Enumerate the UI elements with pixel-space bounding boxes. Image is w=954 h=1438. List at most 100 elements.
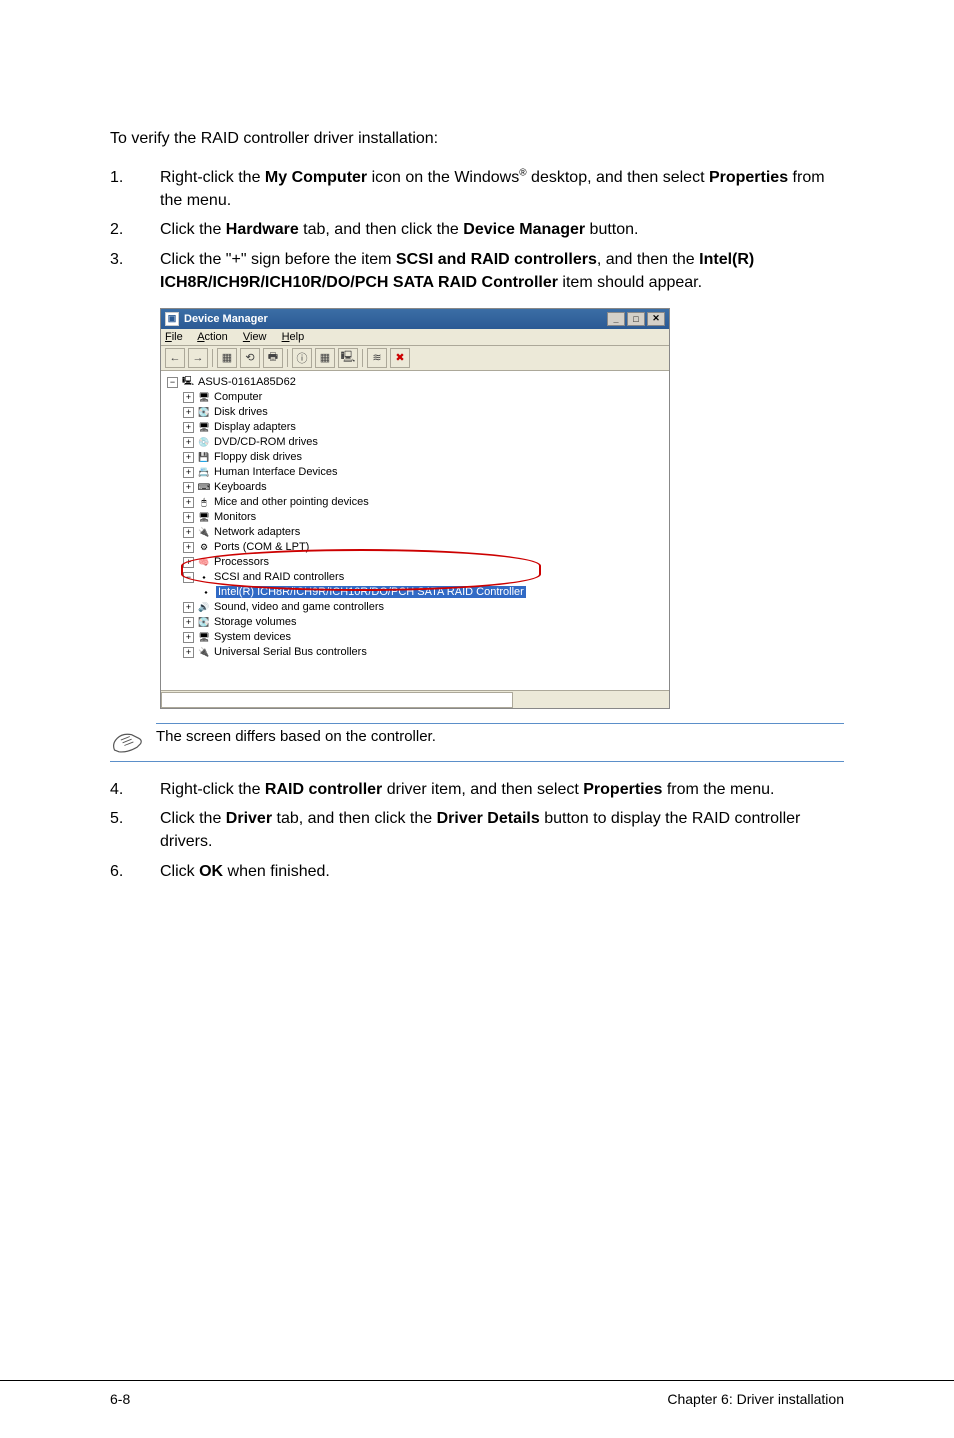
tree-root[interactable]: − 🖳 ASUS-0161A85D62 xyxy=(167,375,663,390)
scsi-icon: ⬩ xyxy=(199,586,213,598)
device-icon: 🖥 xyxy=(197,421,211,433)
expand-icon[interactable]: + xyxy=(183,422,194,433)
step-body: Click the "+" sign before the item SCSI … xyxy=(160,248,844,294)
expand-icon[interactable]: + xyxy=(183,437,194,448)
tb-button[interactable]: ⟲ xyxy=(240,348,260,368)
tb-button[interactable]: ⓘ xyxy=(292,348,312,368)
intro-text: To verify the RAID controller driver ins… xyxy=(110,130,844,148)
tree-raid-controller[interactable]: ⬩ Intel(R) ICH8R/ICH9R/ICH10R/DO/PCH SAT… xyxy=(167,585,663,600)
tree-item[interactable]: +🖥System devices xyxy=(167,630,663,645)
maximize-button[interactable]: □ xyxy=(627,312,645,326)
device-icon: 🔌 xyxy=(197,526,211,538)
toolbar: ← → ▦ ⟲ 🖶 ⓘ ▦ 🖳 ≋ ✖ xyxy=(161,346,669,371)
expand-icon[interactable]: + xyxy=(183,527,194,538)
device-icon: 🖱 xyxy=(197,496,211,508)
tb-button[interactable]: 🖳 xyxy=(338,348,358,368)
device-icon: 📇 xyxy=(197,466,211,478)
expand-icon[interactable]: + xyxy=(183,452,194,463)
tree-scsi[interactable]: − ⬩ SCSI and RAID controllers xyxy=(167,570,663,585)
expand-icon[interactable]: + xyxy=(183,602,194,613)
expand-icon[interactable]: + xyxy=(183,497,194,508)
tb-button[interactable]: ≋ xyxy=(367,348,387,368)
tree-item[interactable]: +🖱Mice and other pointing devices xyxy=(167,495,663,510)
note-text: The screen differs based on the controll… xyxy=(156,723,844,745)
device-manager-window: ▣ Device Manager _ □ ✕ File Action View … xyxy=(160,308,670,709)
tb-button[interactable]: ▦ xyxy=(217,348,237,368)
tb-button[interactable]: ▦ xyxy=(315,348,335,368)
device-icon: ⚙ xyxy=(197,541,211,553)
note-box: The screen differs based on the controll… xyxy=(110,723,844,762)
device-icon: 🖥 xyxy=(197,391,211,403)
forward-button[interactable]: → xyxy=(188,348,208,368)
step-body: Right-click the RAID controller driver i… xyxy=(160,778,844,801)
step-num: 6. xyxy=(110,860,160,883)
tree-item[interactable]: +🧠Processors xyxy=(167,555,663,570)
tree-item[interactable]: +🖥Computer xyxy=(167,390,663,405)
tree-item[interactable]: +💽Disk drives xyxy=(167,405,663,420)
note-hand-icon xyxy=(110,727,146,755)
tb-button[interactable]: ✖ xyxy=(390,348,410,368)
device-icon: 🔊 xyxy=(197,601,211,613)
device-icon: 💿 xyxy=(197,436,211,448)
menu-view[interactable]: View xyxy=(243,331,267,343)
step-body: Click OK when finished. xyxy=(160,860,844,883)
tree-item[interactable]: +🔌Universal Serial Bus controllers xyxy=(167,645,663,660)
selected-item: Intel(R) ICH8R/ICH9R/ICH10R/DO/PCH SATA … xyxy=(216,586,526,598)
chapter-label: Chapter 6: Driver installation xyxy=(667,1391,844,1407)
tree-item[interactable]: +📇Human Interface Devices xyxy=(167,465,663,480)
tree-item[interactable]: +⚙Ports (COM & LPT) xyxy=(167,540,663,555)
window-titlebar[interactable]: ▣ Device Manager _ □ ✕ xyxy=(161,309,669,329)
tree-item[interactable]: +🔊Sound, video and game controllers xyxy=(167,600,663,615)
steps-bottom: 4. Right-click the RAID controller drive… xyxy=(110,778,844,883)
step-num: 2. xyxy=(110,218,160,241)
tree-item[interactable]: +🔌Network adapters xyxy=(167,525,663,540)
expand-icon[interactable]: + xyxy=(183,632,194,643)
device-icon: 💽 xyxy=(197,406,211,418)
menu-help[interactable]: Help xyxy=(282,331,305,343)
window-title: Device Manager xyxy=(184,313,268,325)
collapse-icon[interactable]: − xyxy=(167,377,178,388)
device-icon: 🧠 xyxy=(197,556,211,568)
device-icon: ⌨ xyxy=(197,481,211,493)
device-icon: 💾 xyxy=(197,451,211,463)
computer-icon: 🖳 xyxy=(181,376,195,388)
device-icon: 🖥 xyxy=(197,511,211,523)
step-body: Right-click the My Computer icon on the … xyxy=(160,166,844,212)
menu-bar: File Action View Help xyxy=(161,329,669,346)
device-tree[interactable]: − 🖳 ASUS-0161A85D62 +🖥Computer+💽Disk dri… xyxy=(161,371,669,690)
menu-action[interactable]: Action xyxy=(197,331,228,343)
expand-icon[interactable]: + xyxy=(183,407,194,418)
tree-item[interactable]: +💿DVD/CD-ROM drives xyxy=(167,435,663,450)
device-icon: 🔌 xyxy=(197,646,211,658)
step-num: 1. xyxy=(110,166,160,212)
step-body: Click the Hardware tab, and then click t… xyxy=(160,218,844,241)
device-icon: 💽 xyxy=(197,616,211,628)
tree-item[interactable]: +💾Floppy disk drives xyxy=(167,450,663,465)
expand-icon[interactable]: + xyxy=(183,482,194,493)
status-bar xyxy=(161,690,669,708)
minimize-button[interactable]: _ xyxy=(607,312,625,326)
close-button[interactable]: ✕ xyxy=(647,312,665,326)
expand-icon[interactable]: + xyxy=(183,557,194,568)
tb-button[interactable]: 🖶 xyxy=(263,348,283,368)
expand-icon[interactable]: + xyxy=(183,542,194,553)
tree-item[interactable]: +💽Storage volumes xyxy=(167,615,663,630)
expand-icon[interactable]: + xyxy=(183,467,194,478)
tree-item[interactable]: +⌨Keyboards xyxy=(167,480,663,495)
step-num: 3. xyxy=(110,248,160,294)
device-icon: 🖥 xyxy=(197,631,211,643)
expand-icon[interactable]: + xyxy=(183,647,194,658)
expand-icon[interactable]: + xyxy=(183,392,194,403)
tree-item[interactable]: +🖥Monitors xyxy=(167,510,663,525)
steps-top: 1. Right-click the My Computer icon on t… xyxy=(110,166,844,294)
scsi-icon: ⬩ xyxy=(197,571,211,583)
page-footer: 6-8 Chapter 6: Driver installation xyxy=(0,1380,954,1407)
tree-item[interactable]: +🖥Display adapters xyxy=(167,420,663,435)
menu-file[interactable]: File xyxy=(165,331,183,343)
expand-icon[interactable]: + xyxy=(183,512,194,523)
expand-icon[interactable]: + xyxy=(183,617,194,628)
step-body: Click the Driver tab, and then click the… xyxy=(160,807,844,853)
page-number: 6-8 xyxy=(110,1391,130,1407)
collapse-icon[interactable]: − xyxy=(183,572,194,583)
back-button[interactable]: ← xyxy=(165,348,185,368)
